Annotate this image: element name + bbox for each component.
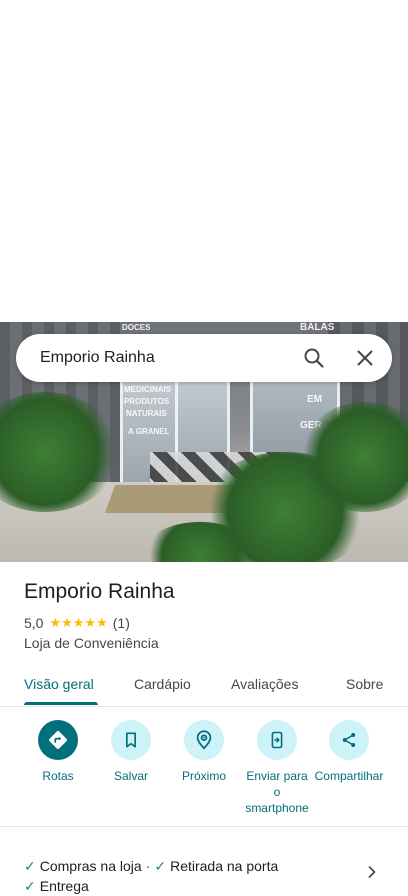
tab-bar: Visão geral Cardápio Avaliações Sobre: [0, 664, 408, 707]
directions-button[interactable]: Rotas: [18, 720, 98, 784]
search-query[interactable]: Emporio Rainha: [40, 334, 155, 382]
search-icon[interactable]: [302, 346, 326, 370]
save-button[interactable]: Salvar: [91, 720, 171, 784]
photo-sign: BALAS: [300, 322, 335, 333]
tab-overview[interactable]: Visão geral: [24, 664, 94, 706]
nearby-label: Próximo: [181, 769, 226, 783]
service-option: Retirada na porta: [170, 858, 279, 874]
photo-sign: EM: [307, 394, 322, 405]
service-options[interactable]: ✓ Compras na loja · ✓ Retirada na porta ✓ Ent…: [24, 856, 364, 896]
place-category[interactable]: Loja de Conveniência: [24, 635, 159, 651]
check-icon: ✓: [24, 858, 36, 874]
tab-reviews[interactable]: Avaliações: [231, 664, 298, 706]
send-to-phone-button[interactable]: Enviar para o smartphone: [237, 720, 317, 816]
bookmark-icon: [111, 720, 151, 760]
blank-map-area: [0, 0, 408, 322]
chevron-right-icon[interactable]: [362, 862, 382, 882]
tab-about[interactable]: Sobre: [346, 664, 383, 706]
rating-row[interactable]: 5,0 ★★★★★ (1): [24, 614, 130, 632]
close-icon[interactable]: [353, 346, 377, 370]
service-option: Compras na loja: [39, 858, 142, 874]
check-icon: ✓: [24, 878, 36, 894]
save-label: Salvar: [113, 769, 148, 783]
photo-sign: NATURAIS: [126, 409, 167, 418]
place-title: Emporio Rainha: [24, 580, 175, 603]
service-option: Entrega: [39, 878, 89, 894]
share-label: Compartilhar: [314, 769, 384, 783]
photo-sign: PRODUTOS: [124, 397, 170, 406]
photo-sign: DOCES: [122, 323, 151, 332]
active-tab-indicator: [24, 702, 98, 705]
nearby-icon: [184, 720, 224, 760]
directions-icon: [38, 720, 78, 760]
tab-menu[interactable]: Cardápio: [134, 664, 191, 706]
share-button[interactable]: Compartilhar: [310, 720, 388, 784]
check-icon: ✓: [154, 858, 167, 874]
photo-sign: A GRANEL: [128, 427, 170, 436]
rating-value: 5,0: [24, 615, 44, 631]
search-bar[interactable]: Emporio Rainha: [16, 334, 392, 382]
reviews-count[interactable]: (1): [113, 615, 130, 631]
photo-sign: MEDICINAIS: [124, 385, 172, 394]
nearby-button[interactable]: Próximo: [164, 720, 244, 784]
send-to-phone-label: Enviar para o smartphone: [245, 769, 309, 815]
send-to-phone-icon: [257, 720, 297, 760]
separator: ·: [145, 858, 151, 874]
directions-label: Rotas: [42, 769, 74, 783]
rating-stars-icon: ★★★★★: [49, 615, 108, 630]
share-icon: [329, 720, 369, 760]
section-divider: [0, 826, 408, 827]
